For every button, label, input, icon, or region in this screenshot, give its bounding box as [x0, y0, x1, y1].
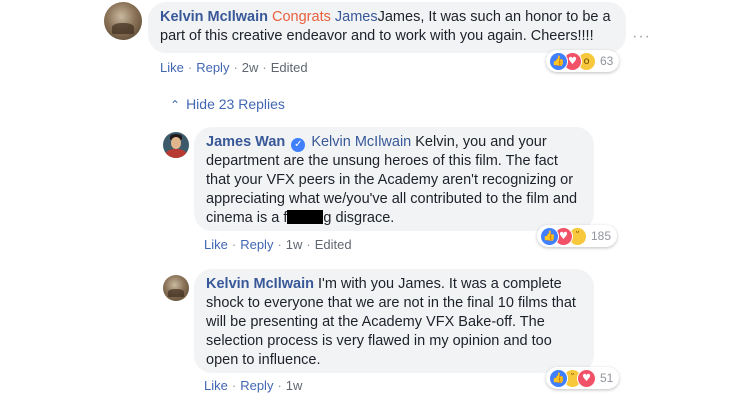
reply-bubble: Kelvin McIlwain I'm with you James. It w…: [194, 269, 594, 373]
love-icon: ♥: [577, 368, 596, 388]
comment-actions: Like · Reply · 2w · Edited: [160, 60, 308, 75]
timestamp[interactable]: 1w: [286, 237, 303, 252]
reaction-count: 63: [600, 54, 614, 68]
reply-author[interactable]: Kelvin McIlwain: [206, 276, 314, 292]
reply-actions: Like · Reply · 1w · Edited: [204, 237, 352, 252]
like-icon: 👍: [540, 226, 559, 246]
comment-mention: James: [334, 9, 378, 25]
reply-bubble: James Wan ✓ Kelvin McIlwain Kelvin, you …: [194, 127, 594, 231]
reply-actions: Like · Reply · 1w: [204, 378, 303, 393]
avatar-kelvin-mcilwain[interactable]: [163, 275, 189, 301]
reply-button[interactable]: Reply: [240, 378, 273, 393]
redaction-bar: [287, 210, 324, 224]
comment-author[interactable]: Kelvin McIlwain: [160, 9, 268, 25]
timestamp[interactable]: 1w: [286, 378, 303, 393]
comment-bubble: Kelvin McIlwain Congrats JamesJames, It …: [148, 2, 626, 53]
timestamp[interactable]: 2w: [242, 60, 259, 75]
hide-replies-button[interactable]: ⌃ Hide 23 Replies: [170, 96, 285, 112]
reaction-count: 185: [591, 229, 612, 243]
reply-reactions[interactable]: 👍 ♥ ˘ 185: [537, 225, 618, 247]
like-icon: 👍: [549, 368, 568, 388]
avatar-james-wan[interactable]: [163, 132, 189, 158]
hide-replies-label: Hide 23 Replies: [186, 96, 285, 112]
comment-tag[interactable]: Congrats: [272, 9, 331, 25]
like-button[interactable]: Like: [204, 237, 228, 252]
more-options-icon[interactable]: ···: [632, 28, 651, 46]
reaction-count: 51: [600, 371, 614, 385]
like-button[interactable]: Like: [204, 378, 228, 393]
chevron-up-icon: ⌃: [170, 98, 181, 112]
reply-button[interactable]: Reply: [196, 60, 229, 75]
like-icon: 👍: [549, 51, 568, 71]
reply-text-after: g disgrace.: [323, 210, 395, 226]
edited-label[interactable]: Edited: [315, 237, 352, 252]
reply-mention[interactable]: Kelvin McIlwain: [311, 134, 411, 150]
avatar-kelvin-mcilwain[interactable]: [104, 2, 142, 40]
comment-reactions[interactable]: 👍 ♥ o 63: [546, 50, 620, 72]
verified-badge-icon: ✓: [291, 138, 306, 152]
like-button[interactable]: Like: [160, 60, 184, 75]
reply-button[interactable]: Reply: [240, 237, 273, 252]
reply-author[interactable]: James Wan: [206, 134, 285, 150]
edited-label[interactable]: Edited: [271, 60, 308, 75]
reply-reactions[interactable]: 👍 ˘ ♥ 51: [546, 367, 620, 389]
